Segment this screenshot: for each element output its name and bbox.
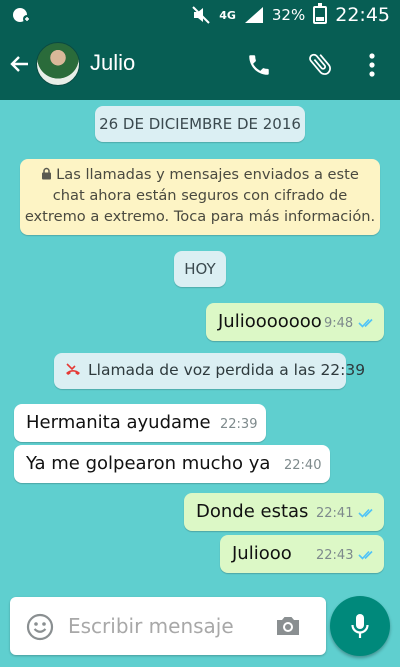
message-text: Juliooooooo <box>218 311 322 332</box>
battery-percentage: 32% <box>271 6 306 24</box>
today-chip: HOY <box>174 251 226 287</box>
avatar[interactable] <box>36 42 80 86</box>
message-composer <box>10 597 326 655</box>
read-ticks-icon <box>358 508 373 518</box>
message-time: 22:41 <box>316 506 354 521</box>
clock: 22:45 <box>335 4 390 26</box>
voice-record-button[interactable] <box>330 596 390 656</box>
camera-icon[interactable] <box>274 614 302 638</box>
message-text: Ya me golpearon mucho ya <box>26 453 271 474</box>
message-text: Hermanita ayudame <box>26 412 211 433</box>
message-time: 22:40 <box>284 458 322 473</box>
encryption-notice[interactable]: Las llamadas y mensajes enviados a este … <box>20 159 380 235</box>
paperclip-icon[interactable] <box>306 50 334 78</box>
signal-icon <box>244 7 263 23</box>
message-bubble-outgoing[interactable]: Donde estas 22:41 <box>184 493 384 531</box>
message-text: Juliooo <box>232 543 292 564</box>
message-time: 9:48 <box>324 316 354 331</box>
read-ticks-icon <box>358 318 373 328</box>
chat-header: Julio <box>0 30 400 100</box>
read-ticks-icon <box>358 550 373 560</box>
message-text: Donde estas <box>196 501 309 522</box>
message-bubble-incoming[interactable]: Hermanita ayudame 22:39 <box>14 404 266 442</box>
message-time: 22:39 <box>220 417 258 432</box>
missed-call-notice[interactable]: Llamada de voz perdida a las 22:39 <box>54 353 365 389</box>
missed-call-icon <box>66 363 80 375</box>
back-arrow-icon[interactable] <box>8 52 32 76</box>
phone-icon[interactable] <box>246 52 272 78</box>
contact-name[interactable]: Julio <box>90 50 135 76</box>
encryption-notice-line: extremo a extremo. Toca para más informa… <box>24 208 376 225</box>
mute-icon <box>192 6 210 24</box>
microphone-icon <box>351 614 369 638</box>
message-bubble-incoming[interactable]: Ya me golpearon mucho ya 22:40 <box>14 445 330 483</box>
message-input[interactable] <box>68 609 268 643</box>
network-type: 4G <box>219 8 236 22</box>
status-bar: 4G 32% 22:45 <box>0 0 400 30</box>
battery-icon <box>313 3 328 24</box>
message-bubble-outgoing[interactable]: Juliooo 22:43 <box>220 535 384 573</box>
message-bubble-outgoing[interactable]: Juliooooooo 9:48 <box>206 303 384 341</box>
more-vert-icon[interactable] <box>362 52 382 78</box>
emoji-icon[interactable] <box>26 613 54 641</box>
date-chip: 26 DE DICIEMBRE DE 2016 <box>95 106 305 142</box>
notification-icon <box>13 8 31 23</box>
missed-call-text: Llamada de voz perdida a las 22:39 <box>88 361 366 379</box>
message-time: 22:43 <box>316 548 354 563</box>
lock-icon <box>42 167 52 180</box>
encryption-notice-line: chat ahora están seguros con cifrado de <box>52 187 348 204</box>
encryption-notice-line: Las llamadas y mensajes enviados a este <box>20 164 380 185</box>
